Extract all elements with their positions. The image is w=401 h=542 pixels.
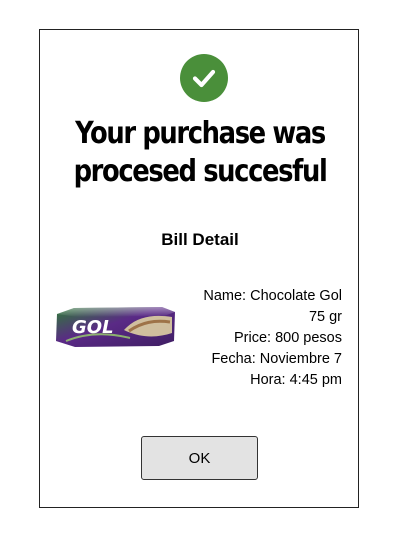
product-weight: 75 gr bbox=[308, 309, 342, 325]
bill-detail-heading: Bill Detail bbox=[161, 230, 239, 249]
bill-details: Name: Chocolate Gol 75 gr Price: 800 pes… bbox=[152, 286, 342, 391]
product-name: Name: Chocolate Gol bbox=[203, 288, 342, 304]
purchase-success-title-line-2: procesed succesful bbox=[73, 154, 328, 189]
checkmark-circle-icon bbox=[180, 54, 228, 102]
purchase-date: Fecha: Noviembre 7 bbox=[211, 351, 342, 367]
purchase-time: Hora: 4:45 pm bbox=[250, 372, 342, 388]
purchase-success-title-line-1: Your purchase was bbox=[75, 116, 326, 151]
ok-button[interactable]: OK bbox=[141, 436, 258, 480]
purchase-confirmation-dialog: Your purchase was procesed succesful Bil… bbox=[39, 29, 359, 508]
purchase-success-title: Your purchase was procesed succesful bbox=[62, 115, 337, 191]
product-price: Price: 800 pesos bbox=[233, 330, 342, 346]
